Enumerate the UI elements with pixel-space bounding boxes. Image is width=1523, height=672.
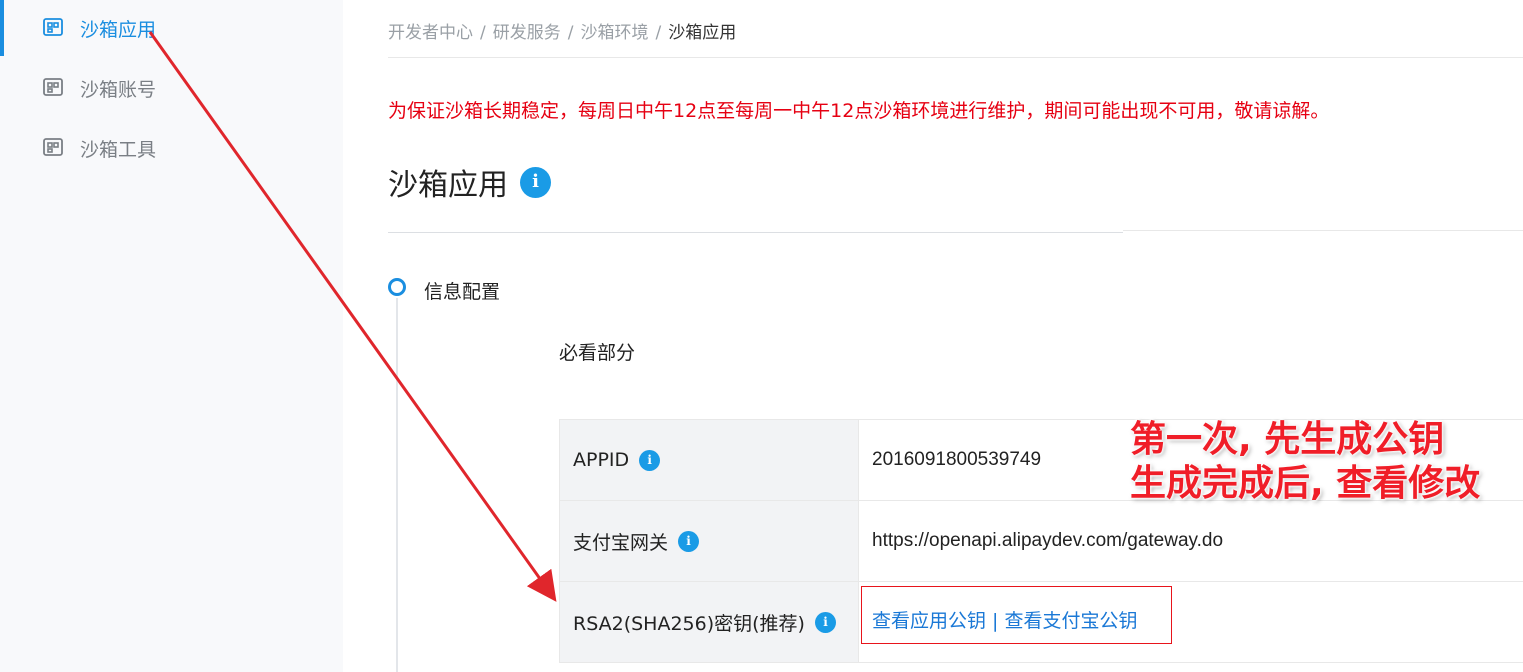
- app-grid-icon: [42, 17, 64, 39]
- sidebar-item-label: 沙箱应用: [80, 18, 157, 41]
- sidebar-item-sandbox-app[interactable]: 沙箱应用: [0, 0, 343, 56]
- row-key: 支付宝网关 i: [559, 501, 859, 581]
- key-links: 查看应用公钥 | 查看支付宝公钥: [872, 606, 1138, 633]
- view-app-public-key-link[interactable]: 查看应用公钥: [872, 610, 986, 632]
- breadcrumb-current: 沙箱应用: [668, 23, 737, 43]
- breadcrumb-rd-services[interactable]: 研发服务: [493, 23, 561, 43]
- sidebar-item-sandbox-account[interactable]: 沙箱账号: [0, 60, 343, 116]
- breadcrumb: 开发者中心 / 研发服务 / 沙箱环境 / 沙箱应用: [388, 18, 736, 43]
- breadcrumb-separator: /: [480, 23, 486, 43]
- app-grid-icon: [42, 77, 64, 99]
- sidebar-item-label: 沙箱工具: [80, 138, 157, 161]
- breadcrumb-developer-center[interactable]: 开发者中心: [388, 23, 473, 43]
- sidebar: 沙箱应用 沙箱账号 沙箱工具: [0, 0, 343, 672]
- app-grid-icon: [42, 137, 64, 159]
- divider: [388, 57, 1523, 58]
- active-indicator: [0, 0, 4, 56]
- breadcrumb-separator: /: [567, 23, 574, 43]
- sidebar-item-label: 沙箱账号: [80, 78, 157, 101]
- row-key: APPID i: [559, 420, 859, 500]
- annotation-line-1: 第一次, 先生成公钥: [1130, 419, 1445, 460]
- divider: [1123, 230, 1523, 231]
- row-key-label: RSA2(SHA256)密钥(推荐): [573, 612, 805, 635]
- sidebar-item-sandbox-tools[interactable]: 沙箱工具: [0, 120, 343, 176]
- annotation-text: 第一次, 先生成公钥 生成完成后, 查看修改: [1130, 418, 1480, 506]
- gateway-value: https://openapi.alipaydev.com/gateway.do: [872, 530, 1224, 551]
- row-key-label: APPID: [573, 449, 630, 471]
- view-alipay-public-key-link[interactable]: 查看支付宝公钥: [1005, 610, 1138, 632]
- divider: [388, 232, 1123, 233]
- step-label: 信息配置: [424, 281, 501, 303]
- info-icon[interactable]: i: [520, 166, 551, 198]
- maintenance-notice: 为保证沙箱长期稳定，每周日中午12点至每周一中午12点沙箱环境进行维护，期间可能…: [388, 100, 1330, 122]
- row-key-label: 支付宝网关: [573, 531, 669, 554]
- row-key: RSA2(SHA256)密钥(推荐) i: [559, 582, 859, 662]
- section-label: 必看部分: [559, 342, 636, 364]
- breadcrumb-separator: /: [655, 23, 662, 43]
- page-title: 沙箱应用 i: [388, 160, 551, 204]
- step-connector: [396, 298, 398, 672]
- table-row: 支付宝网关 i https://openapi.alipaydev.com/ga…: [559, 501, 1523, 582]
- link-separator: |: [986, 610, 1005, 632]
- annotation-line-2: 生成完成后, 查看修改: [1130, 463, 1481, 504]
- info-icon[interactable]: i: [678, 530, 700, 552]
- breadcrumb-sandbox-env[interactable]: 沙箱环境: [580, 23, 648, 43]
- step-indicator-icon: [388, 278, 406, 296]
- page-title-text: 沙箱应用: [388, 168, 508, 203]
- info-icon[interactable]: i: [639, 449, 661, 471]
- info-icon[interactable]: i: [814, 611, 836, 633]
